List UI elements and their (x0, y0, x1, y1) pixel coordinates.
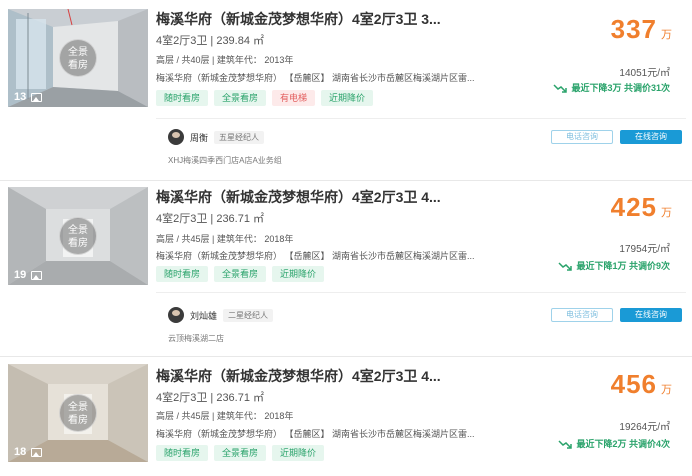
agent-row: 刘灿雄 二星经纪人 云顶梅溪湖二店 电话咨询 在线咨询 (156, 292, 686, 348)
agent-name[interactable]: 刘灿雄 (190, 309, 217, 322)
listing-address: 梅溪华府（新城金茂梦想华府） 【岳麓区】 湖南省长沙市岳麓区梅溪湖片区雷... (156, 73, 475, 83)
price-value: 456 (610, 369, 657, 399)
phone-consult-button[interactable]: 电话咨询 (551, 130, 613, 144)
tag: 随时看房 (156, 90, 209, 106)
listing-photo[interactable]: 全景 看房 18 (8, 364, 148, 462)
divider (0, 180, 692, 181)
trend-down-icon (558, 439, 573, 449)
tag: 随时看房 (156, 445, 209, 461)
agent-store: XHJ梅溪四季西门店A店A业务组 (168, 156, 282, 165)
panorama-badge[interactable]: 全景 看房 (59, 394, 97, 432)
tag: 全景看房 (214, 445, 267, 461)
agent-badge: 五星经纪人 (214, 130, 265, 144)
agent-avatar[interactable] (168, 307, 184, 323)
agent-badge: 二星经纪人 (223, 308, 274, 322)
listing-floor: 高层 / 共40层 | 建筑年代： 2013年 (156, 55, 294, 65)
photo-count: 13 (14, 91, 27, 103)
price-value: 337 (610, 14, 657, 44)
listing-layout: 4室2厅3卫 | 239.84 ㎡ (156, 35, 265, 47)
photo-count: 19 (14, 269, 27, 281)
unit-price: 17954元/㎡ (619, 244, 670, 255)
unit-price: 14051元/㎡ (619, 68, 670, 79)
price-unit: 万 (661, 29, 672, 41)
tag: 有电梯 (272, 90, 316, 106)
online-chat-button[interactable]: 在线咨询 (620, 308, 682, 322)
unit-price: 19264元/㎡ (619, 422, 670, 433)
listing-layout: 4室2厅3卫 | 236.71 ㎡ (156, 213, 265, 225)
agent-store: 云顶梅溪湖二店 (168, 334, 224, 343)
divider (0, 356, 692, 357)
panorama-badge[interactable]: 全景 看房 (59, 217, 97, 255)
price-unit: 万 (661, 384, 672, 396)
price-drop-text: 最近下降3万 共调价31次 (571, 83, 670, 93)
price-drop-text: 最近下降2万 共调价4次 (576, 439, 670, 449)
trend-down-icon (558, 261, 573, 271)
price-unit: 万 (661, 207, 672, 219)
price: 337 万 (611, 14, 672, 45)
panorama-badge[interactable]: 全景 看房 (59, 39, 97, 77)
listing-floor: 高层 / 共45层 | 建筑年代： 2018年 (156, 411, 294, 421)
image-icon (31, 92, 43, 102)
tag-list: 随时看房 全景看房 近期降价 (156, 266, 325, 282)
listing-address: 梅溪华府（新城金茂梦想华府） 【岳麓区】 湖南省长沙市岳麓区梅溪湖片区雷... (156, 251, 475, 261)
agent-row: 周衡 五星经纪人 XHJ梅溪四季西门店A店A业务组 电话咨询 在线咨询 (156, 118, 686, 174)
online-chat-button[interactable]: 在线咨询 (620, 130, 682, 144)
tag-list: 随时看房 全景看房 近期降价 (156, 445, 325, 461)
listing-title[interactable]: 梅溪华府（新城金茂梦想华府）4室2厅3卫 3... (156, 9, 441, 29)
phone-consult-button[interactable]: 电话咨询 (551, 308, 613, 322)
price-drop: 最近下降1万 共调价9次 (558, 259, 670, 272)
price-drop: 最近下降3万 共调价31次 (553, 81, 670, 94)
listing-photo[interactable]: 全景 看房 19 (8, 187, 148, 285)
tag: 全景看房 (214, 266, 267, 282)
tag-list: 随时看房 全景看房 有电梯 近期降价 (156, 90, 374, 106)
listing-floor: 高层 / 共45层 | 建筑年代： 2018年 (156, 234, 294, 244)
tag: 随时看房 (156, 266, 209, 282)
tag: 全景看房 (214, 90, 267, 106)
price-drop: 最近下降2万 共调价4次 (558, 437, 670, 450)
price-value: 425 (610, 192, 657, 222)
listing-title[interactable]: 梅溪华府（新城金茂梦想华府）4室2厅3卫 4... (156, 187, 441, 207)
price: 456 万 (611, 369, 672, 400)
listing-layout: 4室2厅3卫 | 236.71 ㎡ (156, 392, 265, 404)
agent-name[interactable]: 周衡 (190, 131, 208, 144)
trend-down-icon (553, 83, 568, 93)
listing-title[interactable]: 梅溪华府（新城金茂梦想华府）4室2厅3卫 4... (156, 366, 441, 386)
agent-avatar[interactable] (168, 129, 184, 145)
image-icon (31, 270, 43, 280)
listing-photo[interactable]: 全景 看房 13 (8, 9, 148, 107)
photo-count: 18 (14, 446, 27, 458)
tag: 近期降价 (272, 445, 325, 461)
tag: 近期降价 (272, 266, 325, 282)
price: 425 万 (611, 192, 672, 223)
image-icon (31, 447, 43, 457)
price-drop-text: 最近下降1万 共调价9次 (576, 261, 670, 271)
listing-address: 梅溪华府（新城金茂梦想华府） 【岳麓区】 湖南省长沙市岳麓区梅溪湖片区雷... (156, 429, 475, 439)
tag: 近期降价 (321, 90, 374, 106)
